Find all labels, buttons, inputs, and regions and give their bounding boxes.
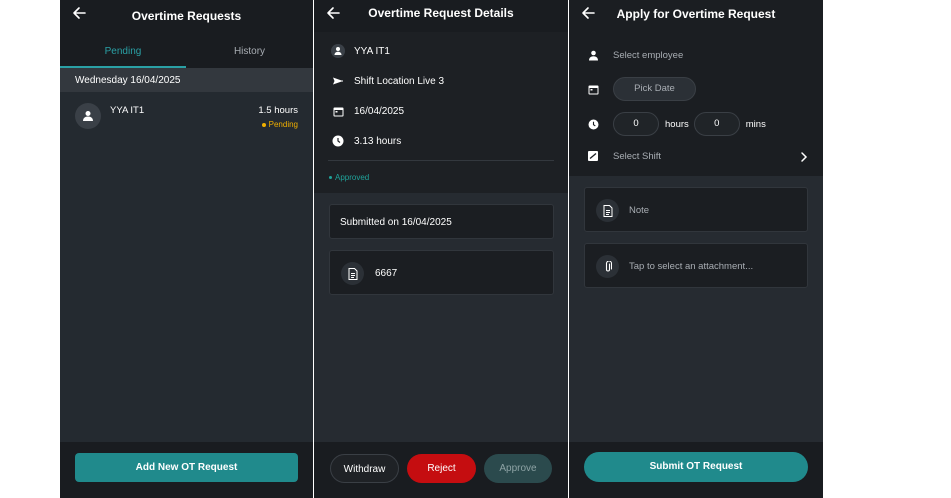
apply-overtime-screen: Apply for Overtime Request Select employ… (569, 0, 823, 498)
employee-select-placeholder: Select employee (613, 49, 684, 61)
employee-name: YYA IT1 (110, 105, 145, 116)
clock-icon (330, 133, 346, 149)
chevron-right-icon (799, 150, 809, 162)
status-text: Approved (335, 173, 370, 182)
shift-select[interactable]: Select Shift (587, 145, 809, 167)
request-hours: 1.5 hours (258, 105, 298, 116)
overtime-request-details-screen: Overtime Request Details YYA IT1 Shift L… (314, 0, 568, 498)
shift-icon (587, 150, 599, 162)
add-ot-request-button[interactable]: Add New OT Request (75, 453, 298, 482)
document-icon (341, 262, 364, 285)
status-text: Pending (268, 120, 298, 129)
paperclip-icon (596, 255, 619, 278)
pick-date-button[interactable]: Pick Date (613, 77, 696, 101)
timer-icon (587, 118, 599, 130)
bottom-bar: Withdraw Reject Approve (314, 442, 568, 498)
top-bar: Overtime Requests (60, 0, 313, 32)
calendar-icon (587, 83, 599, 95)
top-bar: Overtime Request Details (314, 0, 568, 32)
hours-unit-label: hours (665, 118, 689, 130)
note-text: 6667 (375, 268, 398, 279)
detail-date: 16/04/2025 (330, 103, 404, 119)
duration-row: 0 hours 0 mins (587, 112, 809, 136)
person-icon (330, 43, 346, 59)
bottom-bar: Submit OT Request (569, 442, 823, 498)
form-panel: Select employee Pick Date 0 hours 0 mins… (569, 32, 823, 176)
tab-history[interactable]: History (186, 46, 313, 57)
person-icon (75, 103, 101, 129)
withdraw-button[interactable]: Withdraw (330, 454, 399, 483)
request-duration: 3.13 hours (354, 135, 402, 147)
detail-location: Shift Location Live 3 (330, 73, 444, 89)
note-input[interactable]: Note (584, 187, 808, 232)
request-date: 16/04/2025 (354, 105, 405, 117)
status-badge: Approved (329, 173, 369, 182)
date-group-header: Wednesday 16/04/2025 (60, 68, 313, 92)
submit-ot-request-button[interactable]: Submit OT Request (584, 452, 808, 482)
note-card: 6667 (329, 250, 554, 295)
mins-input[interactable]: 0 (693, 112, 740, 136)
person-icon (587, 49, 599, 61)
status-dot (329, 176, 332, 180)
employee-name: YYA IT1 (354, 45, 390, 57)
note-placeholder: Note (629, 205, 650, 216)
tab-bar: Pending History (60, 32, 313, 68)
status-badge: Pending (261, 120, 298, 129)
shift-select-placeholder: Select Shift (613, 150, 662, 162)
document-icon (596, 199, 619, 222)
detail-duration: 3.13 hours (330, 133, 401, 149)
hours-input[interactable]: 0 (613, 112, 659, 136)
date-row: Pick Date (587, 77, 809, 101)
calendar-icon (330, 103, 346, 119)
submitted-date-card: Submitted on 16/04/2025 (329, 204, 554, 239)
top-bar: Apply for Overtime Request (569, 0, 823, 32)
overtime-requests-screen: Overtime Requests Pending History Wednes… (60, 0, 313, 498)
bottom-bar: Add New OT Request (60, 442, 313, 498)
list-item[interactable]: YYA IT1 1.5 hours Pending (60, 92, 313, 138)
page-title: Apply for Overtime Request (616, 7, 776, 21)
attachment-picker[interactable]: Tap to select an attachment... (584, 243, 808, 288)
attachment-placeholder: Tap to select an attachment... (629, 261, 754, 272)
status-dot (261, 122, 266, 127)
mins-unit-label: mins (745, 118, 766, 130)
tab-pending[interactable]: Pending (60, 46, 186, 57)
detail-panel: YYA IT1 Shift Location Live 3 16/04/2025… (314, 32, 568, 193)
detail-employee: YYA IT1 (330, 43, 390, 59)
page-title: Overtime Requests (131, 9, 242, 23)
divider (328, 160, 554, 161)
page-title: Overtime Request Details (368, 6, 514, 20)
reject-button[interactable]: Reject (407, 454, 476, 483)
shift-location: Shift Location Live 3 (354, 75, 445, 87)
plane-icon (330, 73, 346, 89)
employee-select[interactable]: Select employee (587, 44, 809, 66)
approve-button[interactable]: Approve (484, 454, 552, 483)
